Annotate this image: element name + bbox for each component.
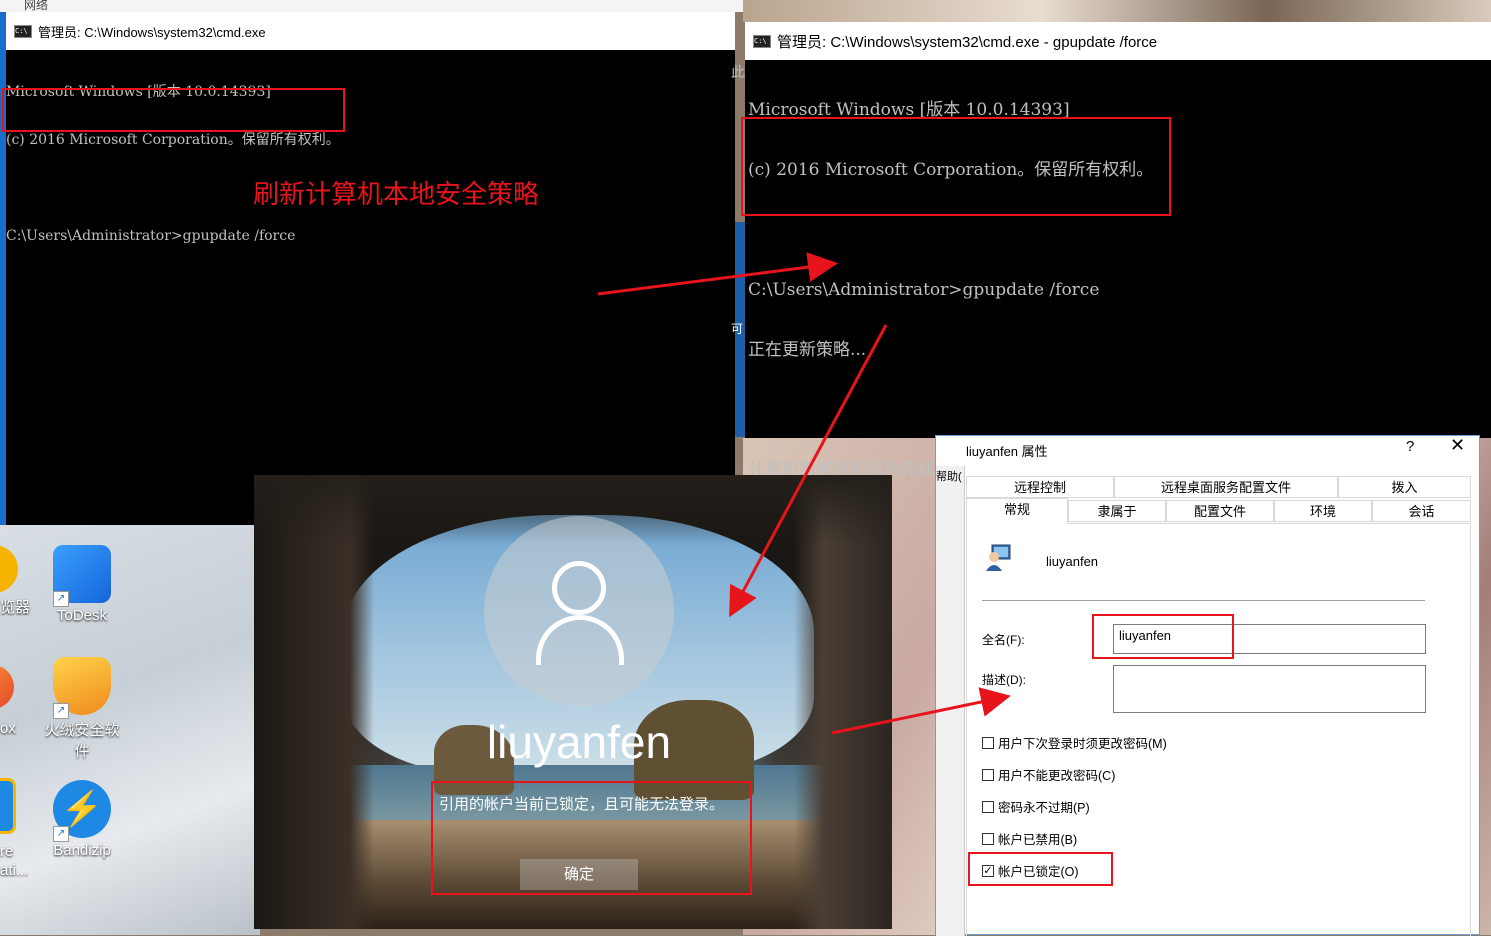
- checkbox-label: 用户下次登录时须更改密码(M): [998, 737, 1167, 751]
- checkbox-label: 密码永不过期(P): [998, 801, 1090, 815]
- cmd-window-1-output: Microsoft Windows [版本 10.0.14393] (c) 20…: [6, 52, 340, 260]
- tab-dial-in[interactable]: 拨入: [1338, 476, 1471, 498]
- desktop-icon-label: ToDesk: [56, 607, 108, 624]
- partial-icon-label: 览器: [0, 599, 31, 616]
- cmd-icon: C:\: [753, 34, 771, 48]
- checkbox-password-never-expires[interactable]: 密码永不过期(P): [982, 797, 1090, 816]
- cmd-line: C:\Users\Administrator>gpupdate /force: [748, 280, 1100, 300]
- dialog-username: liuyanfen: [1046, 554, 1099, 569]
- cmd-window-1-titlebar[interactable]: C:\ 管理员: C:\Windows\system32\cmd.exe: [6, 12, 735, 50]
- tab-profile[interactable]: 配置文件: [1166, 500, 1274, 522]
- tab-remote-desktop-profile[interactable]: 远程桌面服务配置文件: [1114, 476, 1338, 498]
- cmd-window-2-edge-char: 此: [731, 65, 745, 81]
- close-button[interactable]: ✕: [1450, 435, 1465, 456]
- checkbox-account-disabled[interactable]: 帐户已禁用(B): [982, 829, 1077, 848]
- top-strip: [0, 0, 743, 12]
- taskbar-edge-text: 可: [731, 322, 744, 336]
- cmd-icon: C:\: [14, 24, 32, 38]
- checkbox-box[interactable]: [982, 800, 994, 813]
- partial-icon-label: ati...: [0, 862, 29, 879]
- todesk-icon: ↗: [53, 545, 111, 607]
- checkbox-box[interactable]: [982, 832, 994, 845]
- background-photo-top: [743, 0, 1491, 22]
- user-avatar-icon: [552, 561, 606, 615]
- highlight-gpupdate-command: [2, 88, 345, 132]
- checkbox-label: 用户不能更改密码(C): [998, 769, 1116, 783]
- bandizip-icon: ⚡ ↗: [53, 780, 111, 842]
- partial-icon-label: re: [0, 843, 14, 860]
- cmd-line: 正在更新策略...: [748, 340, 867, 360]
- desktop-icon-todesk[interactable]: ↗ ToDesk: [42, 545, 122, 624]
- cmd-line: C:\Users\Administrator>gpupdate /force: [6, 228, 296, 244]
- tab-remote-control[interactable]: 远程控制: [966, 476, 1114, 498]
- tab-sessions[interactable]: 会话: [1372, 500, 1471, 522]
- cmd-window-2-title: 管理员: C:\Windows\system32\cmd.exe - gpupd…: [777, 33, 1158, 51]
- huorong-shield-icon: ↗: [53, 657, 111, 719]
- cmd-window-1-title: 管理员: C:\Windows\system32\cmd.exe: [38, 24, 266, 40]
- checkbox-box[interactable]: [982, 768, 994, 781]
- dialog-background-window: [936, 466, 965, 936]
- desktop-icon-label: Bandizip: [53, 842, 111, 859]
- checkbox-cannot-change-password[interactable]: 用户不能更改密码(C): [982, 765, 1115, 784]
- checkbox-label: 帐户已禁用(B): [998, 833, 1078, 847]
- checkbox-box[interactable]: [982, 736, 994, 749]
- checkbox-must-change-password[interactable]: 用户下次登录时须更改密码(M): [982, 733, 1167, 752]
- cmd-line: [748, 220, 1153, 240]
- description-field[interactable]: [1113, 665, 1426, 713]
- background-window-text: 帮助(: [936, 471, 962, 483]
- help-button[interactable]: ?: [1406, 438, 1414, 455]
- cmd-window-2-titlebar[interactable]: C:\ 管理员: C:\Windows\system32\cmd.exe - g…: [745, 22, 1491, 60]
- dialog-separator: [982, 600, 1425, 601]
- highlight-account-locked-checkbox: [968, 852, 1113, 886]
- partial-app-icon[interactable]: [0, 778, 16, 834]
- description-label: 描述(D):: [982, 673, 1026, 687]
- cmd-line: (c) 2016 Microsoft Corporation。保留所有权利。: [6, 132, 340, 148]
- cmd-line: [748, 400, 1153, 420]
- tab-environment[interactable]: 环境: [1274, 500, 1372, 522]
- desktop-icon-label: 火绒安全软件: [44, 722, 120, 760]
- highlight-fullname: [1092, 614, 1234, 659]
- desktop-icon-bandizip[interactable]: ⚡ ↗ Bandizip: [42, 780, 122, 859]
- annotation-refresh-policy: 刷新计算机本地安全策略: [253, 180, 540, 210]
- fullname-label: 全名(F):: [982, 633, 1025, 647]
- tab-member-of[interactable]: 隶属于: [1068, 500, 1166, 522]
- highlight-account-locked-message: [431, 781, 752, 895]
- dialog-title: liuyanfen 属性: [966, 444, 1048, 459]
- tab-general[interactable]: 常规: [966, 498, 1068, 524]
- lock-screen-username: liuyanfen: [486, 716, 672, 768]
- highlight-gpupdate-success: [741, 117, 1171, 216]
- desktop-wallpaper: [0, 525, 260, 935]
- desktop-icon-huorong[interactable]: ↗ 火绒安全软件: [42, 657, 122, 761]
- partial-icon-label: ox: [0, 720, 16, 737]
- user-icon: [984, 543, 1014, 571]
